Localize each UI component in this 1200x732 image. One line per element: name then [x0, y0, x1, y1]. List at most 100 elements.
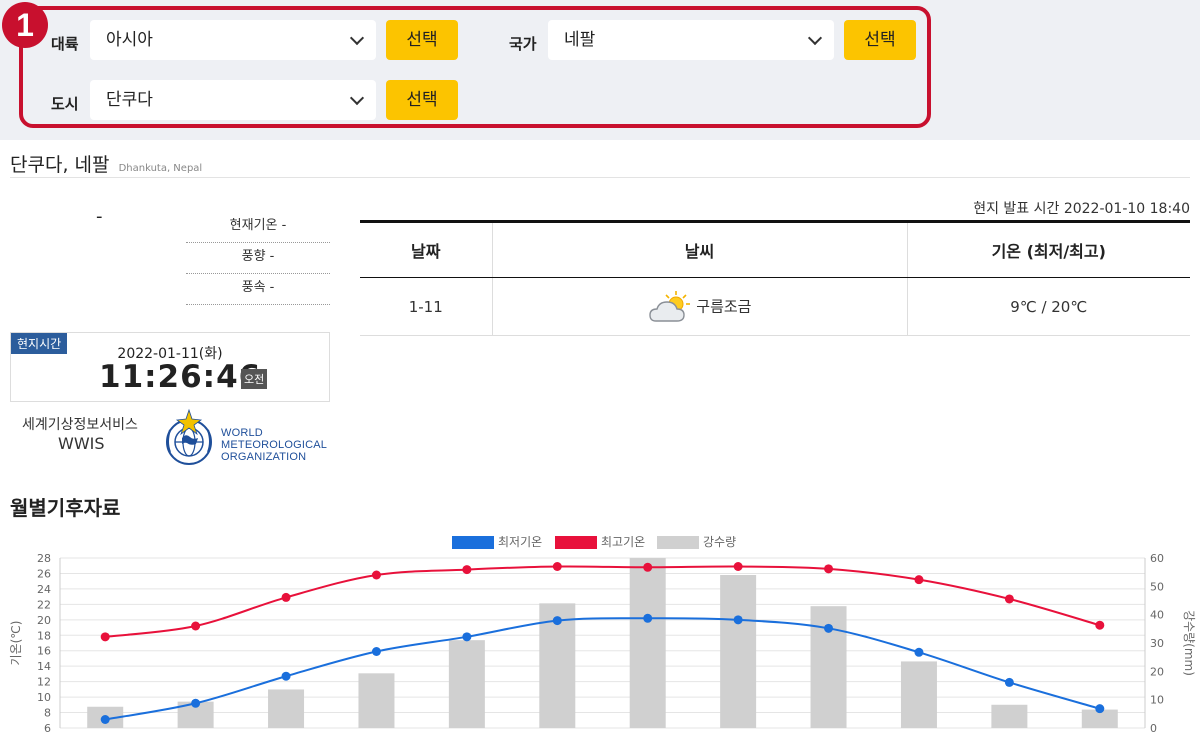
wind-direction-label: 풍향	[241, 249, 266, 264]
country-label: 국가	[509, 35, 537, 53]
wmo-name-line3: ORGANIZATION	[221, 451, 307, 463]
max-temp-point	[100, 632, 110, 642]
min-temp-point	[100, 715, 110, 724]
city-name-english: Dhankuta, Nepal	[118, 163, 203, 174]
max-temp-line	[105, 565, 1101, 638]
min-temp-point	[1095, 704, 1105, 714]
monthly-climate-chart: 최저기온 최고기온 강수량 6 8 10 12 14 16 18 20 22 24 26 28 0 10 20 30…	[9, 535, 1196, 732]
legend-label: 최고기온	[601, 535, 645, 549]
left-tick-label: 8	[44, 707, 51, 720]
legend-swatch	[555, 536, 597, 549]
local-clock: 현지시간 2022-01-11(화) 11:26:46 오전	[10, 332, 330, 402]
rain-bar	[268, 689, 305, 728]
max-temp-point	[824, 564, 834, 574]
city-select-button[interactable]: 선택	[386, 80, 458, 120]
left-tick-label: 26	[37, 567, 51, 580]
wwis-name-korean: 세계기상정보서비스	[22, 417, 138, 433]
right-tick-label: 40	[1150, 609, 1164, 622]
min-temp-point	[371, 647, 381, 656]
local-time: 11:26:46	[99, 359, 262, 395]
forecast-date: 1-11	[360, 277, 492, 336]
country-select-button[interactable]: 선택	[844, 20, 916, 60]
left-tick-label: 18	[37, 629, 51, 642]
wmo-logo-icon[interactable]	[162, 408, 216, 468]
max-temp-point	[1004, 594, 1014, 604]
table-header-row: 날짜 날씨 기온 (최저/최고)	[360, 220, 1190, 278]
max-temp-point	[191, 621, 201, 631]
right-axis-title: 강수량(mm)	[1182, 610, 1196, 676]
city-select[interactable]: 단쿠다	[90, 80, 376, 120]
right-tick-label: 20	[1150, 665, 1164, 678]
city-select-value: 단쿠다	[106, 90, 153, 110]
forecast-weather: 구름조금	[696, 297, 752, 315]
right-tick-label: 60	[1150, 552, 1164, 565]
current-temp-label: 현재기온	[229, 218, 278, 233]
max-temp-point	[462, 565, 472, 575]
max-temp-point	[1095, 620, 1105, 630]
header-date: 날짜	[360, 220, 492, 278]
chevron-down-icon	[807, 30, 823, 46]
forecast-weather-cell: 구름조금	[491, 277, 907, 336]
max-temp-point	[371, 570, 381, 580]
right-tick-label: 50	[1150, 580, 1164, 593]
location-selector-bar: 1 대륙 아시아 선택 국가 네팔 선택 도시 단쿠다 선택	[0, 0, 1200, 140]
header-temp: 기온 (최저/최고)	[906, 220, 1190, 278]
wind-speed-value: -	[269, 280, 275, 295]
left-tick-label: 20	[37, 614, 51, 627]
chevron-down-icon	[349, 90, 365, 106]
rain-bar	[629, 558, 666, 728]
min-temp-point	[281, 671, 291, 681]
published-time: 현지 발표 시간 2022-01-10 18:40	[973, 201, 1190, 217]
left-tick-label: 12	[37, 676, 51, 689]
country-select[interactable]: 네팔	[548, 20, 834, 60]
forecast-table: 날짜 날씨 기온 (최저/최고) 1-11 구름조금 9℃ / 20℃	[360, 220, 1190, 336]
left-tick-label: 24	[37, 583, 51, 596]
chevron-down-icon	[349, 30, 365, 46]
min-temp-point	[914, 647, 924, 657]
rain-bar	[720, 575, 757, 728]
wmo-name-line1: WORLD	[221, 427, 263, 439]
city-name: 단쿠다, 네팔	[10, 154, 110, 176]
left-tick-label: 16	[37, 645, 51, 658]
table-row: 1-11 구름조금 9℃ / 20℃	[360, 277, 1190, 336]
continent-label: 대륙	[51, 35, 79, 53]
left-tick-label: 6	[44, 722, 51, 732]
right-tick-label: 10	[1150, 694, 1164, 707]
section-title: 월별기후자료	[10, 496, 121, 520]
rain-bar	[991, 704, 1028, 728]
wind-speed-label: 풍속	[241, 280, 266, 295]
rain-bar	[358, 673, 395, 728]
city-heading: 단쿠다, 네팔 Dhankuta, Nepal	[10, 150, 1190, 178]
max-temp-point	[552, 562, 562, 571]
max-temp-point	[733, 562, 743, 571]
min-temp-point	[552, 616, 562, 626]
left-tick-label: 22	[37, 598, 51, 611]
min-temp-line	[105, 617, 1101, 721]
current-weather: -	[96, 206, 103, 227]
legend-label: 강수량	[703, 535, 736, 549]
legend-swatch	[657, 536, 699, 549]
wind-speed-row: 풍속 -	[186, 274, 330, 305]
wind-direction-row: 풍향 -	[186, 243, 330, 274]
continent-select-value: 아시아	[106, 30, 153, 50]
left-axis-title: 기온(℃)	[9, 621, 23, 666]
min-temp-point	[643, 613, 653, 623]
wmo-name: WORLD METEOROLOGICAL ORGANIZATION	[221, 427, 327, 463]
min-temp-point	[733, 615, 743, 625]
right-tick-label: 0	[1150, 722, 1157, 732]
header-weather: 날씨	[491, 220, 907, 278]
rain-bar	[448, 640, 485, 728]
forecast-temp: 9℃ / 20℃	[906, 277, 1190, 336]
current-conditions: 현재기온 - 풍향 - 풍속 -	[186, 212, 330, 305]
left-tick-label: 14	[37, 660, 51, 673]
min-temp-point	[462, 632, 472, 642]
current-temp-value: -	[281, 218, 287, 233]
partly-cloudy-icon	[648, 290, 690, 322]
ampm-badge: 오전	[241, 369, 268, 389]
step-badge: 1	[2, 2, 48, 48]
min-temp-point	[1004, 677, 1014, 687]
max-temp-point	[643, 562, 653, 572]
continent-select-button[interactable]: 선택	[386, 20, 458, 60]
city-label: 도시	[51, 95, 79, 113]
continent-select[interactable]: 아시아	[90, 20, 376, 60]
